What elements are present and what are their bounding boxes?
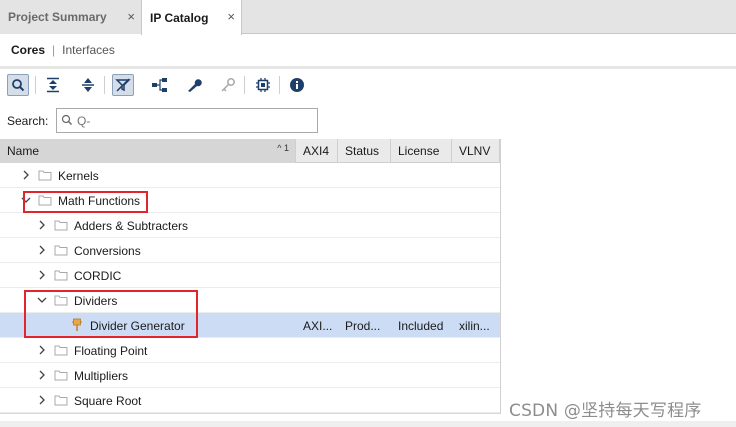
tab-project-summary[interactable]: Project Summary × [0, 0, 141, 34]
column-header-status[interactable]: Status [338, 139, 391, 163]
column-label: License [398, 144, 440, 158]
watermark: CSDN @坚持每天写程序 [509, 401, 702, 421]
cores-tab[interactable]: Cores [11, 43, 45, 57]
column-label: VLNV [459, 144, 491, 158]
info-icon[interactable] [286, 74, 308, 96]
filter-icon[interactable] [112, 74, 134, 96]
column-label: AXI4 [303, 144, 330, 158]
ip-core-icon [71, 318, 83, 335]
column-label: Name [7, 144, 40, 158]
search-label: Search: [7, 114, 49, 128]
column-header-axi4[interactable]: AXI4 [296, 139, 338, 163]
tab-label: Project Summary [8, 10, 107, 24]
tree-item-label: CORDIC [74, 268, 122, 283]
folder-icon [54, 344, 68, 359]
tree-row-floating-point[interactable]: Floating Point [0, 338, 500, 363]
table-header: Name ^ 1 AXI4 Status License VLNV [0, 139, 500, 163]
cell-vlnv: xilin... [459, 318, 490, 333]
tree-item-label: Floating Point [74, 343, 148, 358]
interfaces-tab[interactable]: Interfaces [62, 43, 115, 57]
toolbar [0, 70, 736, 102]
tree-row-square-root[interactable]: Square Root [0, 388, 500, 413]
search-icon[interactable] [7, 74, 29, 96]
close-icon[interactable]: × [227, 10, 235, 23]
horizontal-scrollbar[interactable] [0, 421, 736, 427]
tab-ip-catalog[interactable]: IP Catalog × [141, 0, 242, 35]
tree-item-label: Dividers [74, 293, 118, 308]
chevron-right-icon[interactable] [36, 394, 48, 406]
tree-row-cordic[interactable]: CORDIC [0, 263, 500, 288]
table-bottom-border [0, 413, 500, 414]
search-input[interactable] [77, 112, 313, 129]
search-icon [61, 114, 73, 129]
tree-row-dividers[interactable]: Dividers [0, 288, 500, 313]
column-header-license[interactable]: License [391, 139, 452, 163]
tab-label: IP Catalog [150, 10, 209, 25]
table-right-border [500, 139, 501, 414]
tree-item-label: Kernels [58, 168, 99, 183]
tree-item-label: Conversions [74, 243, 141, 258]
close-icon[interactable]: × [127, 10, 135, 23]
wrench-icon[interactable] [183, 74, 205, 96]
cell-status: Prod... [345, 318, 381, 333]
search-row: Search: [0, 106, 736, 136]
toolbar-separator [104, 76, 105, 94]
chevron-right-icon[interactable] [36, 244, 48, 256]
hierarchy-icon[interactable] [149, 74, 171, 96]
key-icon [217, 74, 239, 96]
folder-open-icon [54, 294, 68, 309]
toolbar-separator [244, 76, 245, 94]
tree-row-multipliers[interactable]: Multipliers [0, 363, 500, 388]
folder-icon [38, 169, 52, 184]
tree-item-label: Math Functions [58, 193, 141, 208]
tree-row-adders-subtracters[interactable]: Adders & Subtracters [0, 213, 500, 238]
folder-icon [54, 244, 68, 259]
chevron-right-icon[interactable] [36, 344, 48, 356]
chevron-down-icon[interactable] [36, 294, 48, 306]
editor-tab-bar: Project Summary × IP Catalog × [0, 0, 736, 35]
expand-all-icon[interactable] [77, 74, 99, 96]
cell-license: Included [398, 318, 444, 333]
folder-open-icon [38, 194, 52, 209]
column-header-vlnv[interactable]: VLNV [452, 139, 500, 163]
tree-item-label: Adders & Subtracters [74, 218, 189, 233]
tree-row-math-functions[interactable]: Math Functions [0, 188, 500, 213]
tree-item-label: Divider Generator [90, 318, 185, 333]
tree-item-label: Multipliers [74, 368, 129, 383]
chevron-right-icon[interactable] [36, 269, 48, 281]
tree-row-divider-generator[interactable]: Divider Generator AXI... Prod... Include… [0, 313, 500, 338]
divider [0, 66, 736, 69]
folder-icon [54, 269, 68, 284]
folder-icon [54, 394, 68, 409]
column-label: Status [345, 144, 380, 158]
chevron-right-icon[interactable] [20, 169, 32, 181]
search-field[interactable] [56, 108, 318, 133]
tree-row-kernels[interactable]: Kernels [0, 163, 500, 188]
chevron-right-icon[interactable] [36, 219, 48, 231]
folder-icon [54, 219, 68, 234]
folder-icon [54, 369, 68, 384]
ip-catalog-tree-table: Name ^ 1 AXI4 Status License VLNV Kernel… [0, 139, 736, 427]
chevron-right-icon[interactable] [36, 369, 48, 381]
toolbar-separator [35, 76, 36, 94]
tree-item-label: Square Root [74, 393, 142, 408]
view-switcher: Cores | Interfaces [0, 35, 736, 65]
chevron-down-icon[interactable] [20, 194, 32, 206]
collapse-all-icon[interactable] [42, 74, 64, 96]
column-header-name[interactable]: Name ^ 1 [0, 139, 296, 163]
tree-row-conversions[interactable]: Conversions [0, 238, 500, 263]
cell-axi4: AXI... [303, 318, 333, 333]
separator: | [52, 43, 56, 57]
chip-icon[interactable] [252, 74, 274, 96]
toolbar-separator [279, 76, 280, 94]
sort-indicator: ^ 1 [277, 143, 289, 153]
